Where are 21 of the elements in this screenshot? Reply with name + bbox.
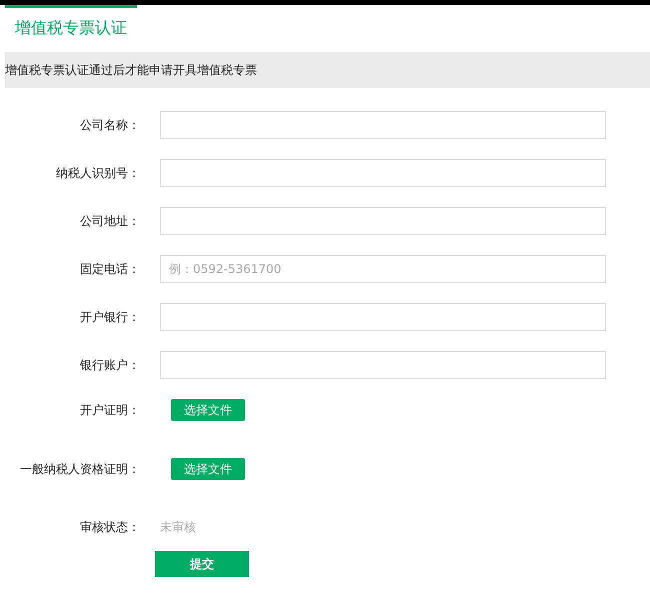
choose-file-button[interactable]: 选择文件 <box>171 399 245 421</box>
status-value: 未审核 <box>160 518 196 536</box>
field-label: 纳税人识别号： <box>55 164 140 182</box>
input-field[interactable] <box>160 111 606 139</box>
field-label: 银行账户： <box>79 356 140 374</box>
choose-file-button[interactable]: 选择文件 <box>171 458 245 480</box>
input-field[interactable]: 例：0592-5361700 <box>160 255 606 283</box>
field-label: 公司名称： <box>79 116 140 134</box>
page-title: 增值税专票认证 <box>15 17 127 39</box>
notice-banner: 增值税专票认证通过后才能申请开具增值税专票 <box>5 52 650 88</box>
submit-button[interactable]: 提交 <box>155 551 249 577</box>
input-field[interactable] <box>160 303 606 331</box>
input-field[interactable] <box>160 351 606 379</box>
field-label: 公司地址： <box>79 212 140 230</box>
field-label: 一般纳税人资格证明： <box>19 460 140 478</box>
field-label: 固定电话： <box>79 260 140 278</box>
input-field[interactable] <box>160 207 606 235</box>
field-label: 审核状态： <box>79 518 140 536</box>
field-label: 开户银行： <box>79 308 140 326</box>
field-label: 开户证明： <box>79 402 140 418</box>
input-field[interactable] <box>160 159 606 187</box>
